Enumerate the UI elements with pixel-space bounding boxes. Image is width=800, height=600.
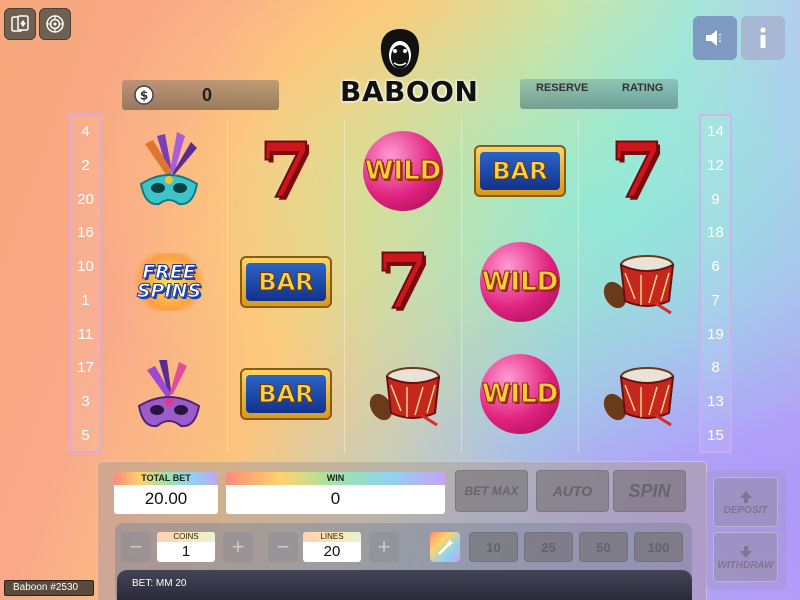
balance-box: $ 0 (122, 80, 279, 110)
drum-icon (603, 366, 675, 426)
payline-number[interactable]: 1 (81, 292, 89, 309)
reel-divider (344, 118, 345, 453)
payline-number[interactable]: 19 (707, 326, 724, 343)
drum-icon (603, 254, 675, 314)
symbol-mask (114, 118, 224, 223)
withdraw-button[interactable]: WITHDRAW (713, 532, 778, 582)
symbol-bar: BAR (231, 341, 341, 446)
reel-divider (461, 118, 462, 453)
coin-icon: $ (134, 85, 154, 105)
logo-text: BABOON (340, 75, 479, 108)
payline-number[interactable]: 11 (78, 326, 94, 343)
payline-number[interactable]: 6 (711, 258, 719, 275)
deposit-button[interactable]: DEPOSIT (713, 477, 778, 527)
total-bet-box: TOTAL BET 20.00 (114, 472, 218, 514)
info-button[interactable] (741, 16, 785, 60)
reel-divider (227, 118, 228, 453)
roulette-button[interactable] (39, 8, 71, 40)
total-bet-value: 20.00 (144, 489, 188, 508)
bet-max-button[interactable]: BET MAX (455, 470, 528, 512)
carnival-mask-icon (139, 131, 199, 205)
magic-wand-icon (438, 539, 454, 555)
payline-number[interactable]: 13 (707, 393, 724, 410)
baboon-logo-icon (380, 29, 420, 77)
payline-number[interactable]: 10 (77, 258, 94, 275)
symbol-wild: WILD (348, 118, 458, 223)
info-icon (760, 27, 766, 48)
lines-increase-button[interactable]: + (369, 532, 399, 562)
symbol-drum (582, 229, 692, 334)
lines-decrease-button[interactable]: − (268, 532, 298, 562)
payline-number[interactable]: 5 (81, 427, 89, 444)
coins-increase-button[interactable]: + (223, 532, 253, 562)
arrow-down-icon (739, 545, 752, 558)
auto-button[interactable]: AUTO (536, 470, 609, 512)
drum-icon (369, 366, 441, 426)
symbol-seven: 7 (610, 125, 665, 216)
lines-label: LINES (303, 532, 361, 542)
quick-bet-10[interactable]: 10 (469, 532, 518, 562)
payline-number[interactable]: 3 (81, 393, 89, 410)
bet-info-bar: BET: MM 20 (117, 570, 692, 600)
total-bet-label: TOTAL BET (114, 472, 218, 485)
payline-number[interactable]: 14 (707, 123, 724, 140)
win-label: WIN (226, 472, 445, 485)
cards-icon (11, 15, 29, 32)
sound-button[interactable] (693, 16, 737, 60)
symbol-free-spins: FREE SPINS (114, 229, 224, 334)
symbol-seven: 7 (259, 125, 314, 216)
withdraw-label: WITHDRAW (717, 559, 774, 571)
spin-button[interactable]: SPIN (613, 470, 686, 512)
game-id-badge: Baboon #2530 (4, 580, 94, 596)
payline-number[interactable]: 9 (711, 191, 719, 208)
payline-number[interactable]: 7 (711, 292, 719, 309)
coins-decrease-button[interactable]: − (121, 532, 151, 562)
lines-box: LINES 20 (303, 532, 361, 562)
payline-number[interactable]: 17 (77, 359, 94, 376)
symbol-bar: BAR (231, 229, 341, 334)
settings-wheel-icon (46, 15, 64, 33)
carnival-mask-icon (137, 359, 201, 427)
payline-number[interactable]: 15 (707, 427, 724, 444)
win-box: WIN 0 (226, 472, 445, 514)
rating-label: RATING (622, 82, 664, 94)
reel-grid: FREE SPINS 7 BAR BAR WILD 7 BAR WILD WILD… (110, 118, 695, 453)
payline-number[interactable]: 8 (711, 359, 719, 376)
deposit-label: DEPOSIT (723, 504, 768, 516)
payline-number[interactable]: 4 (81, 123, 89, 140)
quick-bet-100[interactable]: 100 (634, 532, 683, 562)
speaker-icon (706, 30, 721, 46)
reserve-label: RESERVE (536, 82, 589, 94)
payline-number[interactable]: 12 (707, 157, 724, 174)
bet-info-text: BET: MM 20 (132, 578, 187, 589)
symbol-mask (114, 341, 224, 446)
payline-number[interactable]: 18 (707, 224, 724, 241)
coins-box: COINS 1 (157, 532, 215, 562)
coins-value: 1 (181, 543, 191, 560)
balance-value: 0 (202, 85, 213, 105)
lines-value: 20 (323, 543, 341, 560)
payline-number[interactable]: 2 (81, 157, 89, 174)
symbol-drum (348, 341, 458, 446)
quick-bet-25[interactable]: 25 (524, 532, 573, 562)
right-paylines: 14 12 9 18 6 7 19 8 13 15 (699, 114, 732, 453)
payline-number[interactable]: 16 (77, 224, 94, 241)
coins-label: COINS (157, 532, 215, 542)
arrow-up-icon (739, 490, 752, 503)
symbol-wild: WILD (465, 229, 575, 334)
win-value: 0 (330, 489, 341, 508)
svg-text:$: $ (140, 89, 148, 103)
magic-button[interactable] (430, 532, 460, 562)
reel-divider (578, 118, 579, 453)
payline-number[interactable]: 20 (77, 191, 94, 208)
quick-bet-50[interactable]: 50 (579, 532, 628, 562)
symbol-drum (582, 341, 692, 446)
symbol-wild: WILD (465, 341, 575, 446)
left-paylines: 4 2 20 16 10 1 11 17 3 5 (69, 114, 102, 453)
cards-button[interactable] (4, 8, 36, 40)
symbol-seven: 7 (376, 236, 431, 327)
reserve-rating-box: RESERVE RATING (520, 79, 678, 109)
symbol-bar: BAR (465, 118, 575, 223)
